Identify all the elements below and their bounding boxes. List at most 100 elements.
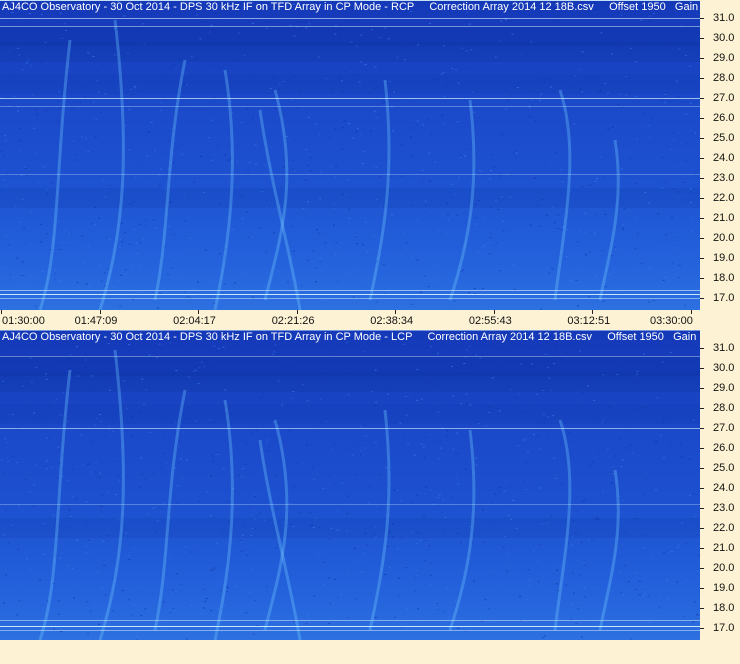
noise-speck bbox=[553, 42, 556, 44]
noise-speck bbox=[685, 113, 688, 115]
noise-speck bbox=[489, 237, 492, 239]
noise-speck bbox=[565, 584, 568, 586]
noise-speck bbox=[363, 351, 365, 353]
noise-speck bbox=[9, 273, 12, 275]
noise-speck bbox=[622, 49, 625, 51]
noise-speck bbox=[241, 195, 244, 197]
noise-speck bbox=[238, 32, 240, 34]
noise-speck bbox=[133, 604, 136, 606]
noise-speck bbox=[550, 389, 553, 391]
noise-speck bbox=[375, 198, 378, 200]
noise-speck bbox=[161, 157, 164, 159]
noise-speck bbox=[52, 515, 55, 516]
lcp-freq-tick-label: 27.0 bbox=[713, 422, 735, 434]
noise-speck bbox=[457, 627, 460, 629]
noise-speck bbox=[529, 116, 532, 118]
noise-speck bbox=[541, 637, 544, 639]
time-tick bbox=[691, 310, 692, 314]
noise-speck bbox=[108, 389, 111, 391]
noise-speck bbox=[580, 305, 583, 307]
noise-speck bbox=[456, 121, 459, 123]
noise-speck bbox=[19, 128, 22, 129]
noise-speck bbox=[333, 224, 335, 226]
noise-speck bbox=[179, 458, 182, 460]
noise-speck bbox=[347, 358, 350, 360]
noise-speck bbox=[400, 143, 403, 145]
noise-speck bbox=[299, 90, 302, 92]
noise-speck bbox=[490, 206, 493, 208]
time-tick bbox=[395, 310, 397, 314]
noise-speck bbox=[150, 122, 153, 123]
noise-speck bbox=[569, 280, 572, 281]
noise-speck bbox=[416, 259, 419, 261]
noise-speck bbox=[167, 226, 170, 227]
noise-speck bbox=[205, 38, 208, 40]
noise-speck bbox=[533, 434, 535, 436]
noise-speck bbox=[98, 476, 101, 478]
noise-speck bbox=[696, 614, 699, 616]
noise-speck bbox=[71, 496, 74, 497]
noise-speck bbox=[188, 634, 191, 636]
noise-speck bbox=[386, 545, 389, 547]
noise-speck bbox=[226, 501, 229, 503]
noise-speck bbox=[552, 415, 554, 417]
noise-speck bbox=[143, 404, 146, 405]
noise-speck bbox=[327, 623, 330, 624]
noise-speck bbox=[265, 347, 268, 349]
noise-speck bbox=[638, 594, 641, 596]
noise-speck bbox=[614, 248, 617, 250]
noise-speck bbox=[513, 614, 516, 616]
noise-speck bbox=[44, 638, 47, 639]
noise-speck bbox=[619, 438, 622, 440]
noise-speck bbox=[457, 357, 460, 359]
noise-speck bbox=[5, 574, 8, 576]
noise-speck bbox=[647, 125, 650, 127]
noise-speck bbox=[534, 120, 537, 122]
noise-speck bbox=[208, 419, 211, 420]
noise-speck bbox=[313, 374, 316, 376]
noise-speck bbox=[94, 424, 97, 426]
noise-speck bbox=[547, 416, 550, 418]
noise-speck bbox=[319, 261, 322, 263]
noise-speck bbox=[669, 351, 672, 353]
noise-speck bbox=[319, 198, 322, 200]
noise-speck bbox=[152, 508, 154, 510]
noise-speck bbox=[158, 184, 161, 186]
noise-speck bbox=[378, 473, 380, 475]
noise-speck bbox=[427, 119, 430, 121]
noise-speck bbox=[538, 100, 541, 101]
noise-speck bbox=[99, 472, 101, 474]
noise-speck bbox=[181, 275, 184, 277]
noise-speck bbox=[685, 55, 687, 56]
rcp-freq-tick bbox=[700, 18, 704, 19]
noise-speck bbox=[310, 261, 313, 263]
noise-speck bbox=[104, 93, 107, 95]
noise-speck bbox=[620, 591, 623, 593]
noise-speck bbox=[515, 152, 518, 154]
noise-speck bbox=[577, 608, 580, 610]
noise-speck bbox=[265, 586, 268, 588]
lcp-freq-tick bbox=[700, 548, 704, 549]
noise-speck bbox=[197, 281, 200, 283]
noise-speck bbox=[396, 489, 399, 491]
noise-speck bbox=[436, 602, 438, 604]
noise-speck bbox=[629, 47, 632, 49]
noise-speck bbox=[554, 151, 557, 153]
noise-speck bbox=[317, 56, 320, 58]
noise-speck bbox=[400, 627, 403, 629]
noise-speck bbox=[420, 398, 423, 400]
noise-speck bbox=[469, 373, 472, 375]
noise-speck bbox=[413, 454, 416, 456]
noise-speck bbox=[204, 109, 207, 111]
noise-speck bbox=[186, 459, 189, 461]
noise-speck bbox=[548, 377, 551, 379]
noise-speck bbox=[3, 473, 6, 474]
noise-speck bbox=[103, 565, 106, 566]
noise-speck bbox=[333, 349, 336, 350]
noise-speck bbox=[89, 471, 92, 473]
noise-speck bbox=[35, 366, 38, 368]
noise-speck bbox=[95, 368, 98, 370]
noise-speck bbox=[430, 584, 432, 585]
noise-speck bbox=[4, 185, 7, 187]
noise-speck bbox=[30, 385, 33, 387]
